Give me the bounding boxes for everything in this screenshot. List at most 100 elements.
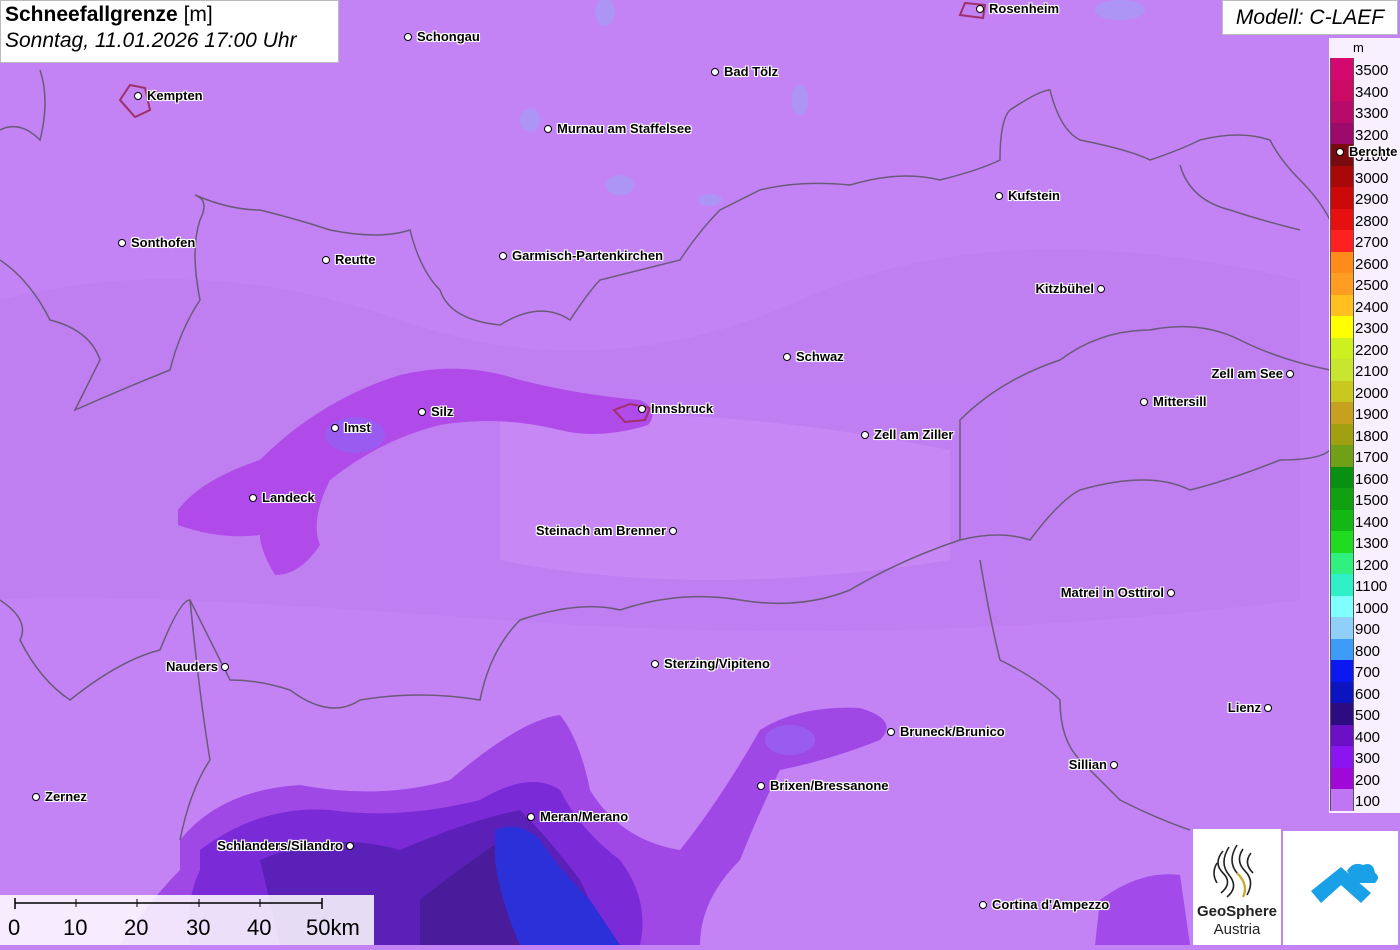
city-marker[interactable] bbox=[1110, 761, 1118, 769]
city-marker[interactable] bbox=[346, 842, 354, 850]
city-label[interactable]: Brixen/Bressanone bbox=[770, 778, 889, 793]
city-label[interactable]: Zell am See bbox=[1211, 366, 1283, 381]
city-marker[interactable] bbox=[1140, 398, 1148, 406]
legend-entry: 300 bbox=[1329, 746, 1400, 768]
legend-entry: 1400 bbox=[1329, 509, 1400, 531]
city-label[interactable]: Silz bbox=[431, 404, 453, 419]
city-label[interactable]: Zell am Ziller bbox=[874, 427, 953, 442]
city-label[interactable]: Imst bbox=[344, 420, 371, 435]
city-label[interactable]: Mittersill bbox=[1153, 394, 1206, 409]
geosphere-logo[interactable]: GeoSphere Austria bbox=[1193, 829, 1281, 945]
city-label[interactable]: Cortina d'Ampezzo bbox=[992, 897, 1109, 912]
city-label[interactable]: Reutte bbox=[335, 252, 375, 267]
legend-entry: 1300 bbox=[1329, 531, 1400, 553]
city-marker[interactable] bbox=[979, 901, 987, 909]
city-label[interactable]: Steinach am Brenner bbox=[536, 523, 666, 538]
city-label[interactable]: Bad Tölz bbox=[724, 64, 778, 79]
city-label[interactable]: Kufstein bbox=[1008, 188, 1060, 203]
city-label[interactable]: Matrei in Osttirol bbox=[1061, 585, 1164, 600]
legend-swatch bbox=[1330, 79, 1354, 101]
legend-entry: 3400 bbox=[1329, 79, 1400, 101]
scale-label-20: 20 bbox=[124, 915, 149, 940]
legend-entry: 3200 bbox=[1329, 122, 1400, 144]
city-marker[interactable] bbox=[711, 68, 719, 76]
city-marker[interactable] bbox=[1097, 285, 1105, 293]
title-box: Schneefallgrenze [m] Sonntag, 11.01.2026… bbox=[0, 0, 339, 63]
city-label[interactable]: Schwaz bbox=[796, 349, 844, 364]
city-marker[interactable] bbox=[527, 813, 535, 821]
city-marker[interactable] bbox=[861, 431, 869, 439]
city-marker[interactable] bbox=[1336, 148, 1344, 156]
city-label[interactable]: Schlanders/Silandro bbox=[217, 838, 343, 853]
legend-entry: 700 bbox=[1329, 660, 1400, 682]
legend-label: 700 bbox=[1355, 664, 1381, 681]
city-marker[interactable] bbox=[249, 494, 257, 502]
city-label[interactable]: Sterzing/Vipiteno bbox=[664, 656, 770, 671]
city-marker[interactable] bbox=[976, 5, 984, 13]
map-datetime: Sonntag, 11.01.2026 17:00 Uhr bbox=[5, 29, 297, 52]
legend-swatch bbox=[1330, 488, 1354, 510]
legend-label: 1600 bbox=[1355, 470, 1389, 488]
city-label[interactable]: Bruneck/Brunico bbox=[900, 724, 1005, 739]
scale-label-0: 0 bbox=[8, 915, 21, 940]
city-label[interactable]: Kitzbühel bbox=[1036, 281, 1095, 296]
city-marker[interactable] bbox=[404, 33, 412, 41]
city-marker[interactable] bbox=[499, 252, 507, 260]
city-label[interactable]: Schongau bbox=[417, 29, 480, 44]
city-label[interactable]: Garmisch-Partenkirchen bbox=[512, 248, 663, 263]
city-marker[interactable] bbox=[1286, 370, 1294, 378]
city-marker[interactable] bbox=[32, 793, 40, 801]
city-marker[interactable] bbox=[783, 353, 791, 361]
city-marker[interactable] bbox=[887, 728, 895, 736]
legend-swatch bbox=[1330, 122, 1354, 144]
city-label[interactable]: Zernez bbox=[45, 789, 87, 804]
city-label[interactable]: Meran/Merano bbox=[540, 809, 628, 824]
city-label[interactable]: Lienz bbox=[1228, 700, 1261, 715]
legend-label: 2000 bbox=[1355, 384, 1389, 402]
legend-label: 1500 bbox=[1355, 492, 1389, 509]
city-marker[interactable] bbox=[221, 663, 229, 671]
city-label[interactable]: Landeck bbox=[262, 490, 315, 505]
legend-swatch bbox=[1330, 595, 1354, 617]
legend-entry: 3500 bbox=[1329, 58, 1400, 80]
legend-label: 600 bbox=[1355, 685, 1381, 703]
city-label[interactable]: Kempten bbox=[147, 88, 203, 103]
city-marker[interactable] bbox=[669, 527, 677, 535]
city-marker[interactable] bbox=[651, 660, 659, 668]
city-marker[interactable] bbox=[1167, 589, 1175, 597]
legend-label: 2100 bbox=[1355, 363, 1389, 380]
legend-swatch bbox=[1330, 273, 1354, 295]
city-marker[interactable] bbox=[418, 408, 426, 416]
city-marker[interactable] bbox=[118, 239, 126, 247]
title-main: Schneefallgrenze bbox=[5, 3, 178, 26]
city-label[interactable]: Innsbruck bbox=[651, 401, 713, 416]
legend-label: 200 bbox=[1355, 771, 1381, 789]
legend-swatch bbox=[1330, 660, 1354, 682]
city-label[interactable]: Berchte bbox=[1349, 144, 1397, 159]
city-marker[interactable] bbox=[544, 125, 552, 133]
city-marker[interactable] bbox=[995, 192, 1003, 200]
city-label[interactable]: Rosenheim bbox=[989, 1, 1059, 16]
legend-entry: 800 bbox=[1329, 638, 1400, 660]
weather-app-logo[interactable] bbox=[1283, 831, 1398, 945]
legend-swatch bbox=[1330, 574, 1354, 596]
legend-swatch bbox=[1330, 230, 1354, 252]
snowline-map[interactable] bbox=[0, 0, 1400, 945]
legend-label: 2400 bbox=[1355, 298, 1389, 316]
legend-label: 2300 bbox=[1355, 320, 1389, 337]
legend-entry: 2000 bbox=[1329, 380, 1400, 402]
city-label[interactable]: Nauders bbox=[166, 659, 218, 674]
city-label[interactable]: Sillian bbox=[1069, 757, 1107, 772]
city-marker[interactable] bbox=[331, 424, 339, 432]
title-unit: [m] bbox=[183, 3, 213, 26]
city-marker[interactable] bbox=[638, 405, 646, 413]
city-marker[interactable] bbox=[322, 256, 330, 264]
city-marker[interactable] bbox=[1264, 704, 1272, 712]
legend-entry: 1000 bbox=[1329, 595, 1400, 617]
city-label[interactable]: Murnau am Staffelsee bbox=[557, 121, 691, 136]
legend-swatch bbox=[1330, 724, 1354, 746]
city-marker[interactable] bbox=[757, 782, 765, 790]
city-marker[interactable] bbox=[134, 92, 142, 100]
city-label[interactable]: Sonthofen bbox=[131, 235, 195, 250]
model-label: Modell: C-LAEF bbox=[1222, 0, 1398, 35]
